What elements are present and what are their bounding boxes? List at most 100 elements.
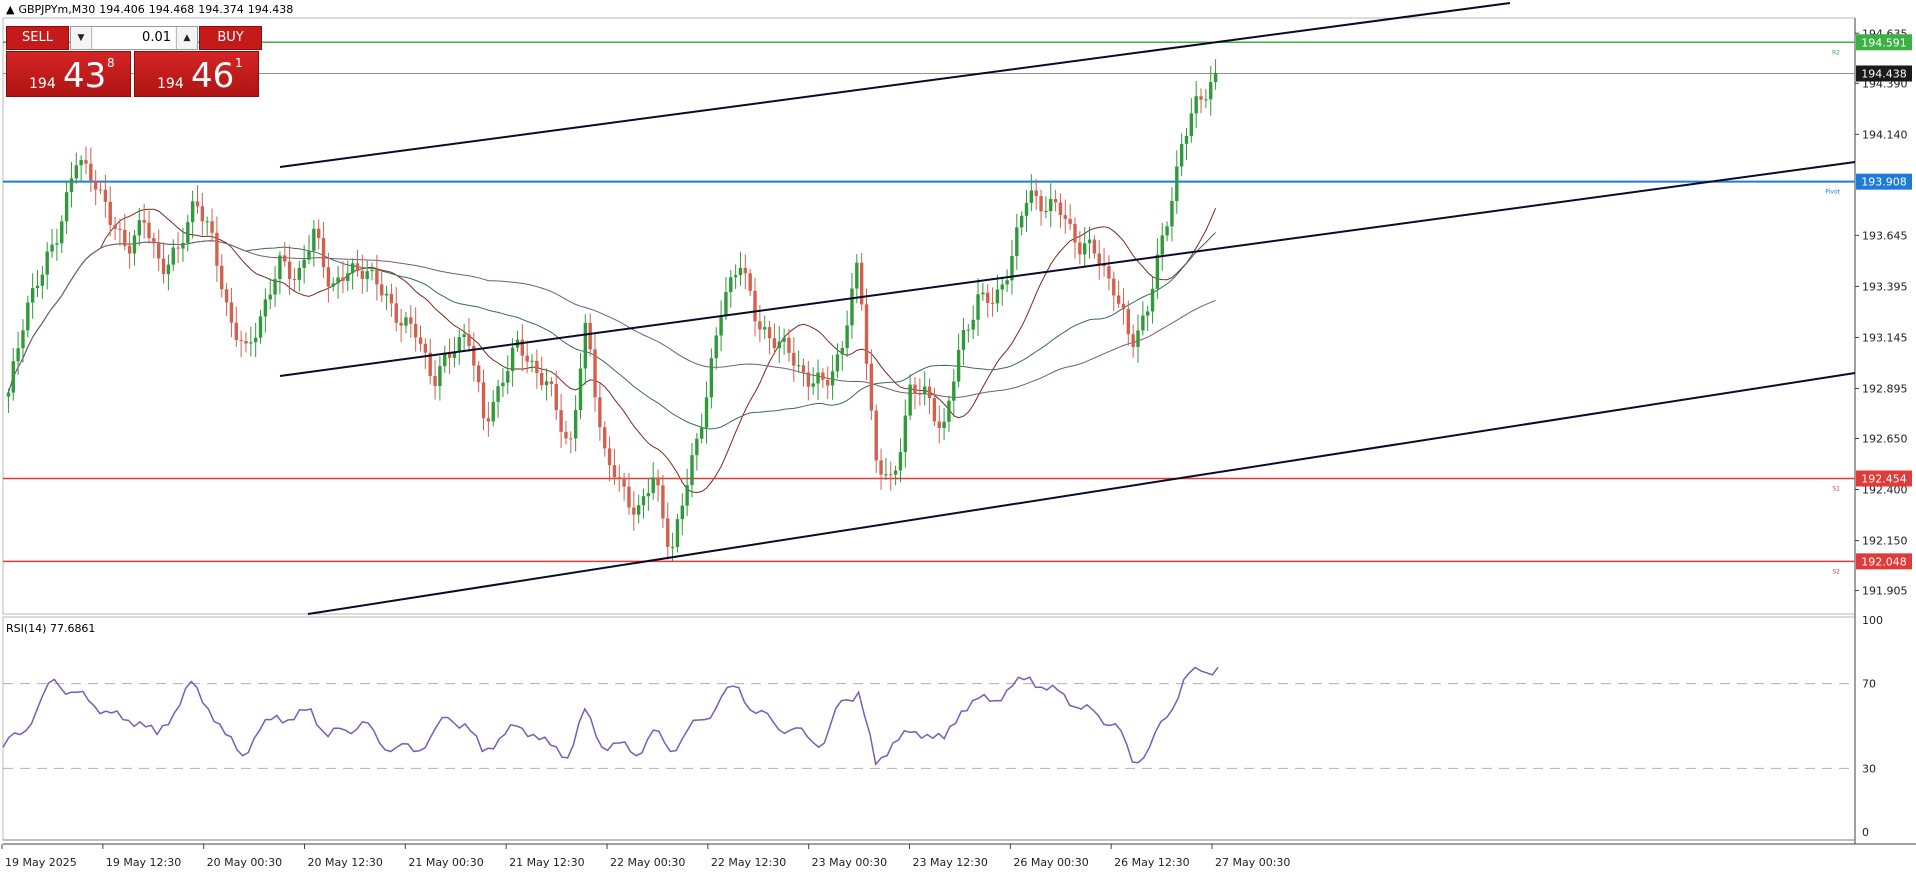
candle-body bbox=[506, 371, 510, 383]
candle-body bbox=[918, 393, 922, 395]
candle-body bbox=[476, 365, 481, 383]
candle-body bbox=[486, 418, 491, 422]
time-tick-label: 26 May 12:30 bbox=[1114, 856, 1189, 869]
candle-body bbox=[69, 178, 74, 193]
candle-body bbox=[1019, 215, 1024, 228]
chart-background bbox=[0, 0, 1916, 874]
candle-body bbox=[302, 259, 306, 268]
candle-body bbox=[249, 342, 253, 344]
candle-body bbox=[55, 243, 59, 245]
candle-body bbox=[84, 160, 88, 164]
candle-body bbox=[1087, 239, 1092, 244]
candle-body bbox=[210, 221, 214, 233]
candle-body bbox=[89, 163, 93, 181]
candle-body bbox=[365, 271, 369, 279]
candle-body bbox=[981, 292, 985, 295]
candle-body bbox=[1039, 196, 1043, 212]
chart-svg[interactable]: R2PivotS1S2 194.635194.390194.140193.645… bbox=[0, 0, 1916, 874]
candle-body bbox=[811, 383, 815, 387]
time-tick-label: 23 May 12:30 bbox=[913, 856, 988, 869]
candle-body bbox=[845, 325, 849, 348]
candle-body bbox=[588, 322, 592, 350]
candle-body bbox=[268, 294, 272, 300]
candle-body bbox=[26, 302, 30, 331]
candle-body bbox=[443, 353, 447, 367]
candle-body bbox=[661, 485, 665, 519]
candle-body bbox=[60, 221, 64, 244]
candle-body bbox=[864, 304, 869, 364]
candle-body bbox=[336, 277, 340, 284]
candle-body bbox=[772, 338, 777, 349]
candle-body bbox=[278, 255, 282, 280]
candle-body bbox=[612, 465, 617, 478]
candle-body bbox=[253, 337, 258, 343]
candle-body bbox=[244, 340, 248, 344]
buy-button[interactable]: BUY bbox=[199, 26, 262, 50]
candle-body bbox=[583, 322, 588, 369]
candle-body bbox=[738, 267, 743, 276]
candle-body bbox=[986, 292, 990, 303]
candle-body bbox=[1170, 200, 1174, 227]
candle-body bbox=[884, 474, 888, 476]
price-tag-label: 194.591 bbox=[1861, 36, 1907, 49]
lot-decrease-icon[interactable]: ▼ bbox=[71, 27, 92, 49]
candle-body bbox=[1189, 113, 1194, 137]
candle-body bbox=[157, 243, 161, 259]
sell-button[interactable]: SELL bbox=[6, 26, 69, 50]
candle-body bbox=[496, 386, 500, 402]
candle-body bbox=[656, 477, 660, 486]
candle-body bbox=[481, 382, 486, 419]
candle-body bbox=[1015, 227, 1019, 256]
price-tick-label: 193.145 bbox=[1862, 331, 1908, 344]
price-tick-label: 194.140 bbox=[1862, 128, 1908, 141]
candle-body bbox=[729, 277, 733, 293]
candle-body bbox=[971, 319, 975, 330]
candle-body bbox=[467, 334, 471, 347]
price-tick-label: 193.395 bbox=[1862, 280, 1908, 293]
price-tick-label: 192.650 bbox=[1862, 432, 1908, 445]
candle-body bbox=[171, 247, 175, 265]
lot-size-stepper[interactable]: ▼ 0.01 ▲ bbox=[70, 26, 198, 50]
sell-price-prefix: 194 bbox=[29, 76, 56, 92]
candle-body bbox=[462, 334, 466, 338]
candle-body bbox=[239, 339, 243, 341]
candle-body bbox=[535, 360, 539, 373]
candle-body bbox=[821, 372, 825, 380]
buy-price-big: 46 bbox=[191, 56, 235, 96]
candle-body bbox=[1063, 215, 1067, 219]
sell-price-display[interactable]: 194 43 8 bbox=[6, 51, 131, 97]
candle-body bbox=[830, 371, 835, 386]
candle-body bbox=[399, 322, 403, 326]
candle-body bbox=[409, 317, 413, 324]
price-tick-label: 192.150 bbox=[1862, 535, 1908, 548]
candle-body bbox=[695, 438, 699, 456]
candle-body bbox=[777, 341, 781, 349]
candle-body bbox=[670, 546, 675, 548]
ohlc-open: 194.406 bbox=[99, 3, 145, 16]
lot-increase-icon[interactable]: ▲ bbox=[176, 27, 197, 49]
chart-header: ▲ GBPJPYm,M30 194.406 194.468 194.374 194.438 bbox=[6, 3, 297, 16]
buy-price-display[interactable]: 194 46 1 bbox=[134, 51, 259, 97]
candle-body bbox=[360, 270, 365, 279]
candle-body bbox=[1078, 242, 1082, 255]
buy-price-prefix: 194 bbox=[157, 76, 184, 92]
candle-body bbox=[748, 273, 752, 291]
level-tag: R2 bbox=[1832, 49, 1840, 56]
candle-body bbox=[840, 347, 844, 355]
chart-window[interactable]: R2 Pivot S1 S2 194.635 194.390 194.140 193.645… bbox=[0, 0, 1916, 874]
candle-body bbox=[220, 265, 224, 290]
candle-body bbox=[6, 392, 11, 397]
candle-body bbox=[1150, 288, 1155, 312]
candle-body bbox=[763, 327, 767, 330]
candle-body bbox=[258, 316, 263, 338]
candle-body bbox=[1044, 211, 1048, 213]
candle-body bbox=[530, 360, 534, 362]
lot-size-input[interactable]: 0.01 bbox=[93, 27, 175, 49]
candle-body bbox=[753, 290, 757, 322]
candle-body bbox=[40, 274, 45, 286]
candle-body bbox=[573, 410, 578, 439]
collapse-triangle-icon[interactable]: ▲ bbox=[6, 3, 14, 16]
candle-body bbox=[1082, 243, 1087, 255]
candle-body bbox=[1097, 253, 1101, 264]
candle-body bbox=[826, 379, 830, 386]
